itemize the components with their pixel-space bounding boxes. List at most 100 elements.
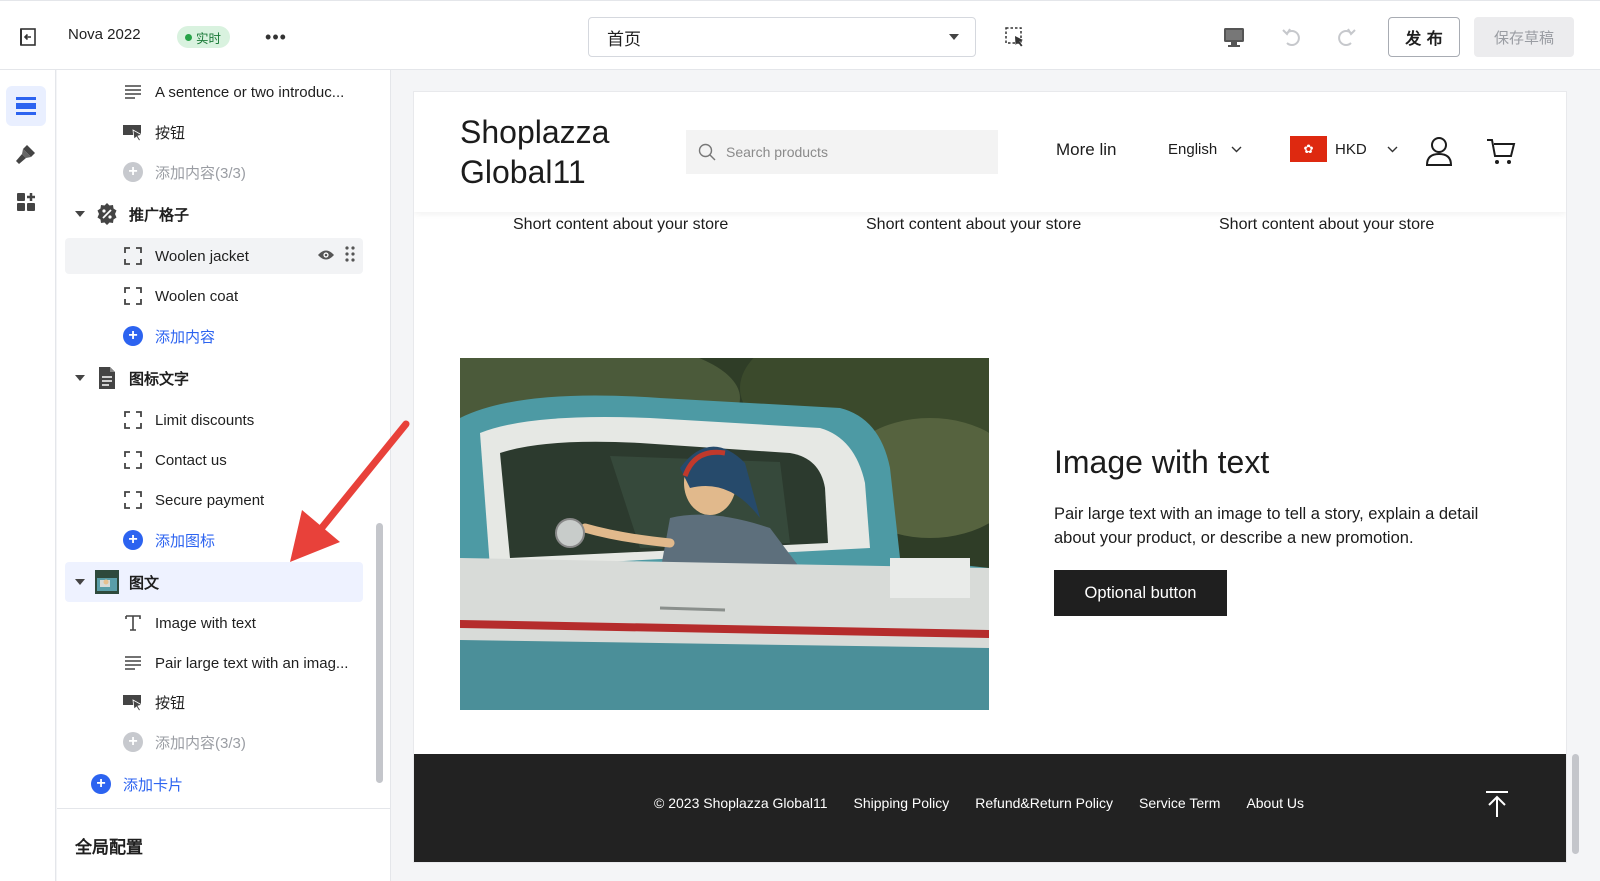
more-options-icon[interactable]: ••• [262, 23, 290, 51]
desktop-preview-icon[interactable] [1221, 24, 1247, 50]
section-heading: Image with text [1054, 444, 1270, 480]
sidebar-scrollbar-thumb[interactable] [376, 523, 383, 783]
footer-link-about[interactable]: About Us [1246, 795, 1304, 811]
caret-down-icon [75, 579, 85, 585]
account-icon[interactable] [1425, 136, 1453, 166]
footer-link-service[interactable]: Service Term [1139, 795, 1220, 811]
store-header: Shoplazza Global11 Search products More … [414, 92, 1566, 212]
add-icon-button[interactable]: + 添加图标 [65, 522, 363, 558]
eye-icon[interactable] [317, 248, 335, 265]
block-text[interactable]: Pair large text with an imag... [65, 645, 363, 681]
page-select[interactable]: 首页 [588, 17, 976, 57]
block-woolen-coat[interactable]: Woolen coat [65, 278, 363, 314]
block-label: Woolen jacket [155, 247, 249, 265]
store-footer: © 2023 Shoplazza Global11 Shipping Polic… [414, 754, 1566, 862]
language-select[interactable]: English [1168, 141, 1242, 158]
block-woolen-jacket[interactable]: Woolen jacket [65, 238, 363, 274]
section-label: 图文 [129, 573, 160, 592]
block-frame-icon [121, 448, 145, 472]
drag-handle-icon[interactable] [345, 246, 355, 266]
block-text[interactable]: A sentence or two introduc... [65, 74, 363, 110]
block-button[interactable]: 按钮 [65, 684, 363, 720]
live-dot-icon [185, 33, 192, 41]
search-input[interactable]: Search products [686, 130, 998, 174]
block-frame-icon [121, 244, 145, 268]
cart-icon[interactable] [1486, 136, 1516, 166]
add-content-button[interactable]: + 添加内容 [65, 318, 363, 354]
block-button[interactable]: 按钮 [65, 114, 363, 150]
button-icon [121, 120, 145, 144]
store-preview: Shoplazza Global11 Search products More … [414, 92, 1566, 862]
block-label: Woolen coat [155, 287, 239, 305]
block-frame-icon [121, 488, 145, 512]
section-description: Pair large text with an image to tell a … [1054, 505, 1479, 547]
live-badge-label: 实时 [196, 31, 222, 46]
document-icon [95, 366, 119, 390]
block-heading[interactable]: Image with text [65, 605, 363, 641]
block-label: Pair large text with an imag... [155, 654, 349, 672]
language-value: English [1168, 141, 1218, 158]
theme-name: Nova 2022 [68, 26, 141, 43]
footer-link-refund[interactable]: Refund&Return Policy [975, 795, 1113, 811]
add-content-button-disabled[interactable]: + 添加内容(3/3) [65, 154, 363, 190]
block-contact-us[interactable]: Contact us [65, 442, 363, 478]
global-settings[interactable]: 全局配置 [57, 808, 390, 881]
hong-kong-flag-icon: ✿ [1290, 136, 1327, 162]
footer-copyright: © 2023 Shoplazza Global11 [654, 795, 828, 811]
preview-scrollbar-thumb[interactable] [1572, 754, 1579, 854]
block-label: Image with text [155, 614, 256, 632]
image-with-text-photo[interactable] [460, 358, 989, 710]
add-content-button-disabled[interactable]: + 添加内容(3/3) [65, 724, 363, 760]
element-select-icon[interactable] [1003, 25, 1027, 49]
currency-value: HKD [1335, 140, 1367, 158]
icon-text-content: Short content about your store [1219, 216, 1435, 233]
search-icon [698, 143, 716, 161]
live-status-badge: 实时 [177, 26, 231, 48]
text-heading-icon [121, 611, 145, 635]
plus-circle-icon: + [121, 160, 145, 184]
chevron-down-icon [949, 34, 959, 40]
button-icon [121, 690, 145, 714]
block-frame-icon [121, 408, 145, 432]
section-promo-grid[interactable]: 推广格子 [65, 196, 363, 232]
chevron-down-icon [1387, 146, 1398, 152]
block-secure-payment[interactable]: Secure payment [65, 482, 363, 518]
image-thumbnail-icon [95, 570, 119, 594]
undo-icon[interactable] [1279, 24, 1305, 50]
sections-icon[interactable] [6, 86, 46, 126]
back-to-top-icon[interactable] [1484, 790, 1510, 818]
footer-link-shipping[interactable]: Shipping Policy [854, 795, 950, 811]
page-select-value: 首页 [607, 29, 641, 49]
nav-more-links[interactable]: More lin [1056, 140, 1122, 160]
chevron-down-icon [1231, 146, 1242, 153]
exit-icon[interactable] [14, 23, 42, 51]
block-label: 按钮 [155, 124, 186, 142]
paragraph-icon [121, 80, 145, 104]
caret-down-icon [75, 375, 85, 381]
apps-icon[interactable] [6, 182, 46, 222]
block-label: Contact us [155, 451, 227, 469]
section-image-with-text[interactable]: 图文 [65, 562, 363, 602]
theme-style-icon[interactable] [6, 134, 46, 174]
store-logo[interactable]: Shoplazza Global11 [460, 112, 650, 192]
block-label: A sentence or two introduc... [155, 83, 345, 101]
plus-circle-icon: + [121, 730, 145, 754]
currency-select[interactable]: ✿ HKD [1290, 136, 1398, 162]
plus-circle-icon: + [121, 324, 145, 348]
save-draft-button[interactable]: 保存草稿 [1474, 17, 1574, 57]
plus-circle-icon: + [121, 528, 145, 552]
sidebar-scrollbar[interactable] [375, 70, 383, 810]
icon-text-content: Short content about your store [866, 216, 1082, 233]
block-limit-discounts[interactable]: Limit discounts [65, 402, 363, 438]
add-label: 添加内容 [155, 328, 216, 346]
section-icon-text[interactable]: 图标文字 [65, 360, 363, 396]
add-card-button[interactable]: + 添加卡片 [65, 766, 363, 802]
section-tree: A sentence or two introduc... 按钮 + 添加内容(… [57, 70, 373, 820]
caret-down-icon [75, 211, 85, 217]
redo-icon[interactable] [1333, 24, 1359, 50]
optional-button[interactable]: Optional button [1054, 570, 1227, 616]
block-label: 按钮 [155, 694, 186, 712]
top-bar: Nova 2022 实时 ••• 首页 发 布 保存草稿 [0, 0, 1600, 70]
publish-button[interactable]: 发 布 [1388, 17, 1460, 57]
footer-links: © 2023 Shoplazza Global11 Shipping Polic… [654, 795, 1304, 811]
